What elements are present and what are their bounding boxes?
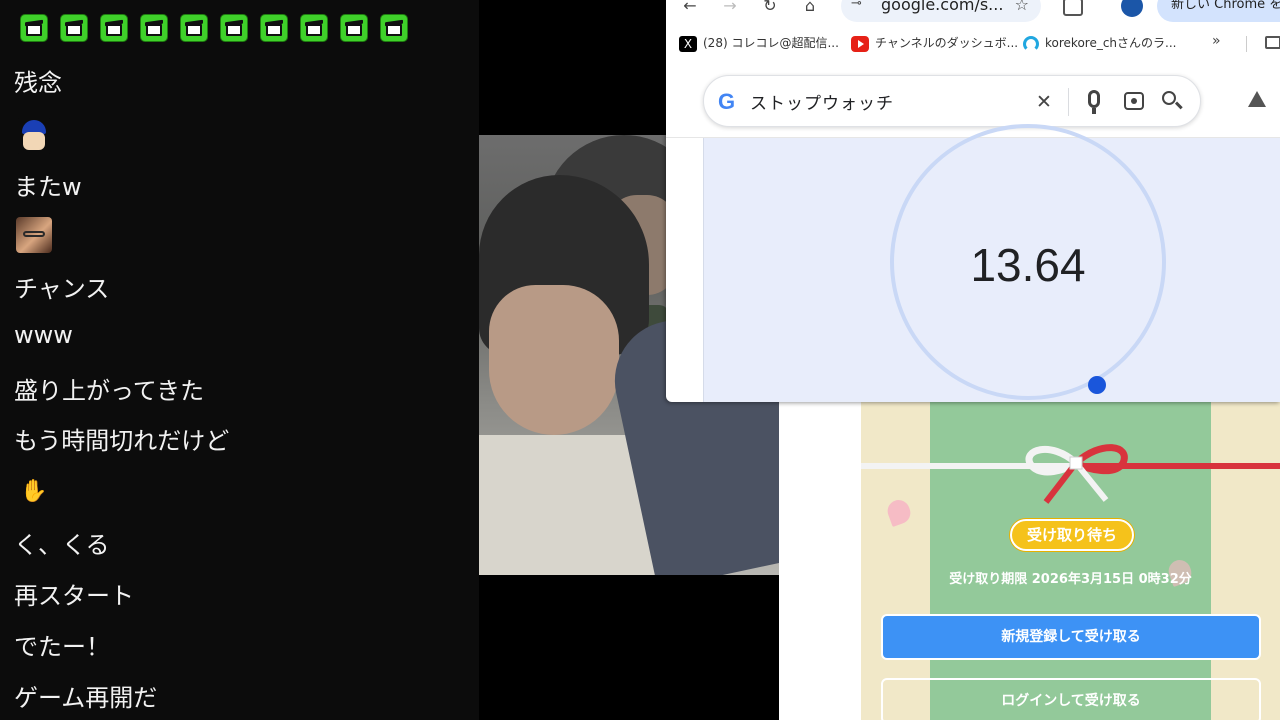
petal-icon xyxy=(884,496,914,528)
mic-icon-base xyxy=(1092,108,1096,114)
bookmark-item[interactable]: X (28) コレコレ@超配信... xyxy=(679,33,839,53)
chat-message: もう時間切れだけど xyxy=(14,427,230,455)
more-bookmarks-icon[interactable]: » xyxy=(1212,33,1221,49)
bookmark-item[interactable]: チャンネルのダッシュボ... xyxy=(851,33,1018,53)
twitcasting-icon xyxy=(1023,35,1039,52)
angry-emote-icon xyxy=(260,14,288,42)
labs-flask-icon[interactable] xyxy=(1248,91,1266,107)
chat-message: 盛り上がってきた xyxy=(14,377,205,405)
angry-emote-icon xyxy=(60,14,88,42)
search-box[interactable]: G ストップウォッチ ✕ xyxy=(703,75,1201,127)
divider xyxy=(1246,36,1247,52)
back-icon[interactable]: ← xyxy=(680,0,700,16)
browser-window: ← → ↻ ⌂ ⊸ google.com/s... ☆ 新しい Chrome を… xyxy=(666,0,1280,402)
stopwatch-progress-dot xyxy=(1088,376,1106,394)
bookmark-label: korekore_chさんのラ... xyxy=(1045,36,1177,50)
angry-emote-icon xyxy=(300,14,328,42)
gift-card: 受け取り待ち 受け取り期限 2026年3月15日 0時32分 新規登録して受け取… xyxy=(861,400,1280,720)
youtube-icon xyxy=(851,35,869,52)
chat-panel: 残念 またw チャンス www 盛り上がってきた もう時間切れだけど ✋ く、く… xyxy=(0,0,479,720)
folder-icon[interactable] xyxy=(1265,36,1280,49)
chat-message: www xyxy=(14,321,73,349)
google-lens-icon[interactable] xyxy=(1124,92,1144,110)
bookmark-label: チャンネルのダッシュボ... xyxy=(875,36,1019,50)
angry-emote-icon xyxy=(380,14,408,42)
register-receive-button[interactable]: 新規登録して受け取る xyxy=(881,614,1261,660)
home-icon[interactable]: ⌂ xyxy=(800,0,820,16)
reload-icon[interactable]: ↻ xyxy=(760,0,780,16)
chrome-promo-chip[interactable]: 新しい Chrome をご xyxy=(1157,0,1280,22)
stopwatch-widget: 13.64 xyxy=(703,124,1280,402)
mic-icon[interactable] xyxy=(1088,90,1100,108)
deadline-text: 受け取り期限 2026年3月15日 0時32分 xyxy=(949,572,1192,587)
login-receive-button[interactable]: ログインして受け取る xyxy=(881,678,1261,720)
url-text: google.com/s... xyxy=(881,0,1004,14)
chat-message: でたー！ xyxy=(14,633,110,661)
chat-message: 再スタート xyxy=(14,582,134,610)
browser-toolbar: ← → ↻ ⌂ ⊸ google.com/s... ☆ 新しい Chrome を… xyxy=(666,0,1280,24)
user-avatar xyxy=(16,217,52,253)
forward-icon[interactable]: → xyxy=(720,0,740,16)
bow-icon xyxy=(1025,444,1128,504)
clear-icon[interactable]: ✕ xyxy=(1032,90,1056,114)
status-badge: 受け取り待ち xyxy=(1010,519,1134,551)
angry-emote-icon xyxy=(20,14,48,42)
emote-row xyxy=(20,14,408,42)
chat-message: チャンス xyxy=(14,275,110,303)
extensions-icon[interactable] xyxy=(1063,0,1083,16)
profile-avatar[interactable] xyxy=(1121,0,1143,17)
angry-emote-icon xyxy=(180,14,208,42)
x-icon: X xyxy=(679,35,697,52)
user-avatar xyxy=(16,118,52,154)
google-logo-icon: G xyxy=(718,89,736,114)
gift-page: 受け取り待ち 受け取り期限 2026年3月15日 0時32分 新規登録して受け取… xyxy=(779,400,1280,720)
search-header: G ストップウォッチ ✕ xyxy=(666,58,1280,138)
chat-message: ゲーム再開だ xyxy=(14,684,158,712)
search-icon[interactable] xyxy=(1162,91,1176,105)
angry-emote-icon xyxy=(340,14,368,42)
divider xyxy=(1068,88,1069,116)
angry-emote-icon xyxy=(220,14,248,42)
bookmark-star-icon[interactable]: ☆ xyxy=(1015,0,1029,14)
bookmarks-bar: X (28) コレコレ@超配信... チャンネルのダッシュボ... korekor… xyxy=(666,28,1280,58)
chat-message: 残念 xyxy=(14,69,62,97)
chat-message: く、くる xyxy=(14,531,110,559)
address-bar[interactable]: ⊸ google.com/s... ☆ xyxy=(841,0,1041,22)
site-info-icon[interactable]: ⊸ xyxy=(851,0,862,11)
waving-hand-icon: ✋ xyxy=(16,474,52,510)
stopwatch-time: 13.64 xyxy=(970,239,1086,291)
bookmark-item[interactable]: korekore_chさんのラ... xyxy=(1023,33,1176,53)
angry-emote-icon xyxy=(140,14,168,42)
angry-emote-icon xyxy=(100,14,128,42)
search-input[interactable]: ストップウォッチ xyxy=(750,89,894,114)
bookmark-label: (28) コレコレ@超配信... xyxy=(703,36,839,50)
chat-message: またw xyxy=(14,173,82,201)
